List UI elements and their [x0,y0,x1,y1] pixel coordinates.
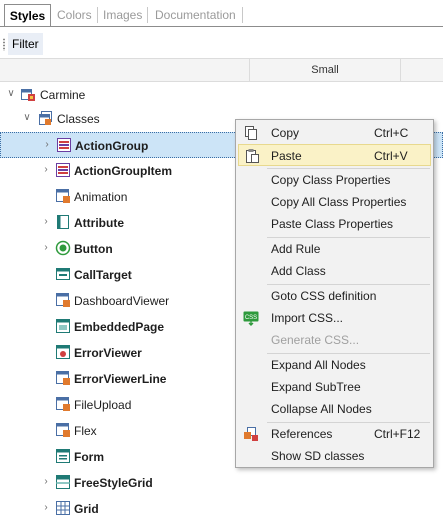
tree-node-label: Carmine [40,88,86,102]
freestyle-grid-icon [55,474,71,490]
class-icon [55,396,71,412]
style-object-icon [20,86,36,102]
menu-item-label: Add Class [271,264,326,278]
menu-item-label: References [271,427,333,441]
action-group-icon [56,137,72,153]
tree-node-label: Classes [57,112,100,126]
tree-node-label: DashboardViewer [74,294,170,308]
classes-folder-icon [38,110,54,126]
menu-item-copy-all-class-properties[interactable]: Copy All Class Properties [238,191,431,213]
chevron-down-icon[interactable]: ∨ [21,112,33,124]
menu-item-paste[interactable]: Paste Ctrl+V [238,144,431,166]
menu-item-label: Import CSS... [271,311,344,325]
tab-separator [97,7,98,23]
tree-node-freestylegrid[interactable]: › FreeStyleGrid [0,470,443,496]
tree-node-label: ActionGroupItem [74,164,172,178]
tree-node-grid[interactable]: › Grid [0,496,443,522]
menu-item-copy[interactable]: Copy Ctrl+C [238,122,431,144]
tree-node-label: FileUpload [74,398,132,412]
action-group-item-icon [55,162,71,178]
menu-item-add-rule[interactable]: Add Rule [238,238,431,260]
tab-strip: Styles Colors Images Documentation [0,0,443,31]
menu-item-label: Generate CSS... [271,333,360,347]
menu-item-copy-class-properties[interactable]: Copy Class Properties [238,169,431,191]
tree-node-label: Animation [74,190,128,204]
chevron-right-icon[interactable]: › [40,216,52,228]
menu-item-label: Collapse All Nodes [271,402,372,416]
toolbar-grip-icon[interactable] [3,38,5,51]
tree-node-label: Attribute [74,216,124,230]
menu-item-label: Show SD classes [271,449,365,463]
import-css-icon-text: CSS [245,315,257,321]
menu-item-references[interactable]: References Ctrl+F12 [238,423,431,445]
tab-strip-border [0,26,443,27]
tree-node-label: Form [74,450,104,464]
copy-icon [243,125,259,141]
tree-node-label: CallTarget [74,268,132,282]
menu-item-show-sd-classes[interactable]: Show SD classes [238,445,431,467]
chevron-right-icon[interactable]: › [40,242,52,254]
tree-node-label: ErrorViewer [74,346,142,360]
tree-node-label: FreeStyleGrid [74,476,153,490]
toolbar: Filter [0,31,443,57]
paste-icon [244,148,260,164]
form-icon [55,448,71,464]
column-header-small[interactable]: Small [250,59,400,81]
menu-item-shortcut: Ctrl+V [374,149,408,163]
menu-item-add-class[interactable]: Add Class [238,260,431,282]
tree-node-label: ErrorViewerLine [74,372,167,386]
tab-colors[interactable]: Colors [57,4,92,26]
filter-button[interactable]: Filter [8,33,43,55]
menu-item-label: Add Rule [271,242,321,256]
menu-item-label: Copy Class Properties [271,173,391,187]
tab-styles[interactable]: Styles [4,4,51,26]
menu-item-import-css[interactable]: CSS Import CSS... [238,307,431,329]
tree-node-label: ActionGroup [75,139,149,153]
tree-node-label: Button [74,242,113,256]
menu-item-label: Paste Class Properties [271,217,394,231]
menu-item-goto-css-definition[interactable]: Goto CSS definition [238,285,431,307]
chevron-right-icon[interactable]: › [40,502,52,514]
embedded-page-icon [55,318,71,334]
chevron-right-icon[interactable]: › [40,476,52,488]
menu-item-shortcut: Ctrl+F12 [374,427,421,441]
menu-item-label: Copy [271,126,300,140]
tree-node-label: EmbeddedPage [74,320,165,334]
references-icon [243,426,259,442]
tab-separator [147,7,148,23]
grid-icon [55,500,71,516]
tree-node-label: Grid [74,502,99,516]
menu-item-label: Goto CSS definition [271,289,377,303]
context-menu: Copy Ctrl+C Paste Ctrl+V Copy Class Prop… [235,119,434,468]
menu-item-shortcut: Ctrl+C [374,126,409,140]
class-icon [55,292,71,308]
menu-item-expand-subtree[interactable]: Expand SubTree [238,376,431,398]
tab-separator [242,7,243,23]
chevron-down-icon[interactable]: ∨ [5,88,17,100]
menu-item-label: Copy All Class Properties [271,195,407,209]
chevron-right-icon[interactable]: › [40,164,52,176]
menu-item-paste-class-properties[interactable]: Paste Class Properties [238,213,431,235]
menu-item-generate-css: Generate CSS... [238,329,431,351]
column-divider[interactable] [400,59,401,81]
class-icon [55,188,71,204]
tree-node-carmine[interactable]: ∨ Carmine [0,82,443,108]
class-icon [55,422,71,438]
import-css-icon: CSS [243,310,259,326]
class-icon [55,370,71,386]
tree-node-label: Flex [74,424,97,438]
column-header: Small [0,58,443,82]
button-icon [55,240,71,256]
menu-item-label: Expand SubTree [271,380,361,394]
chevron-right-icon[interactable]: › [41,139,53,151]
tab-images[interactable]: Images [103,4,142,26]
menu-item-label: Expand All Nodes [271,358,366,372]
error-viewer-icon [55,344,71,360]
attribute-icon [55,214,71,230]
tab-documentation[interactable]: Documentation [155,4,236,26]
call-target-icon [55,266,71,282]
menu-item-collapse-all-nodes[interactable]: Collapse All Nodes [238,398,431,420]
menu-item-label: Paste [271,149,302,163]
menu-item-expand-all-nodes[interactable]: Expand All Nodes [238,354,431,376]
